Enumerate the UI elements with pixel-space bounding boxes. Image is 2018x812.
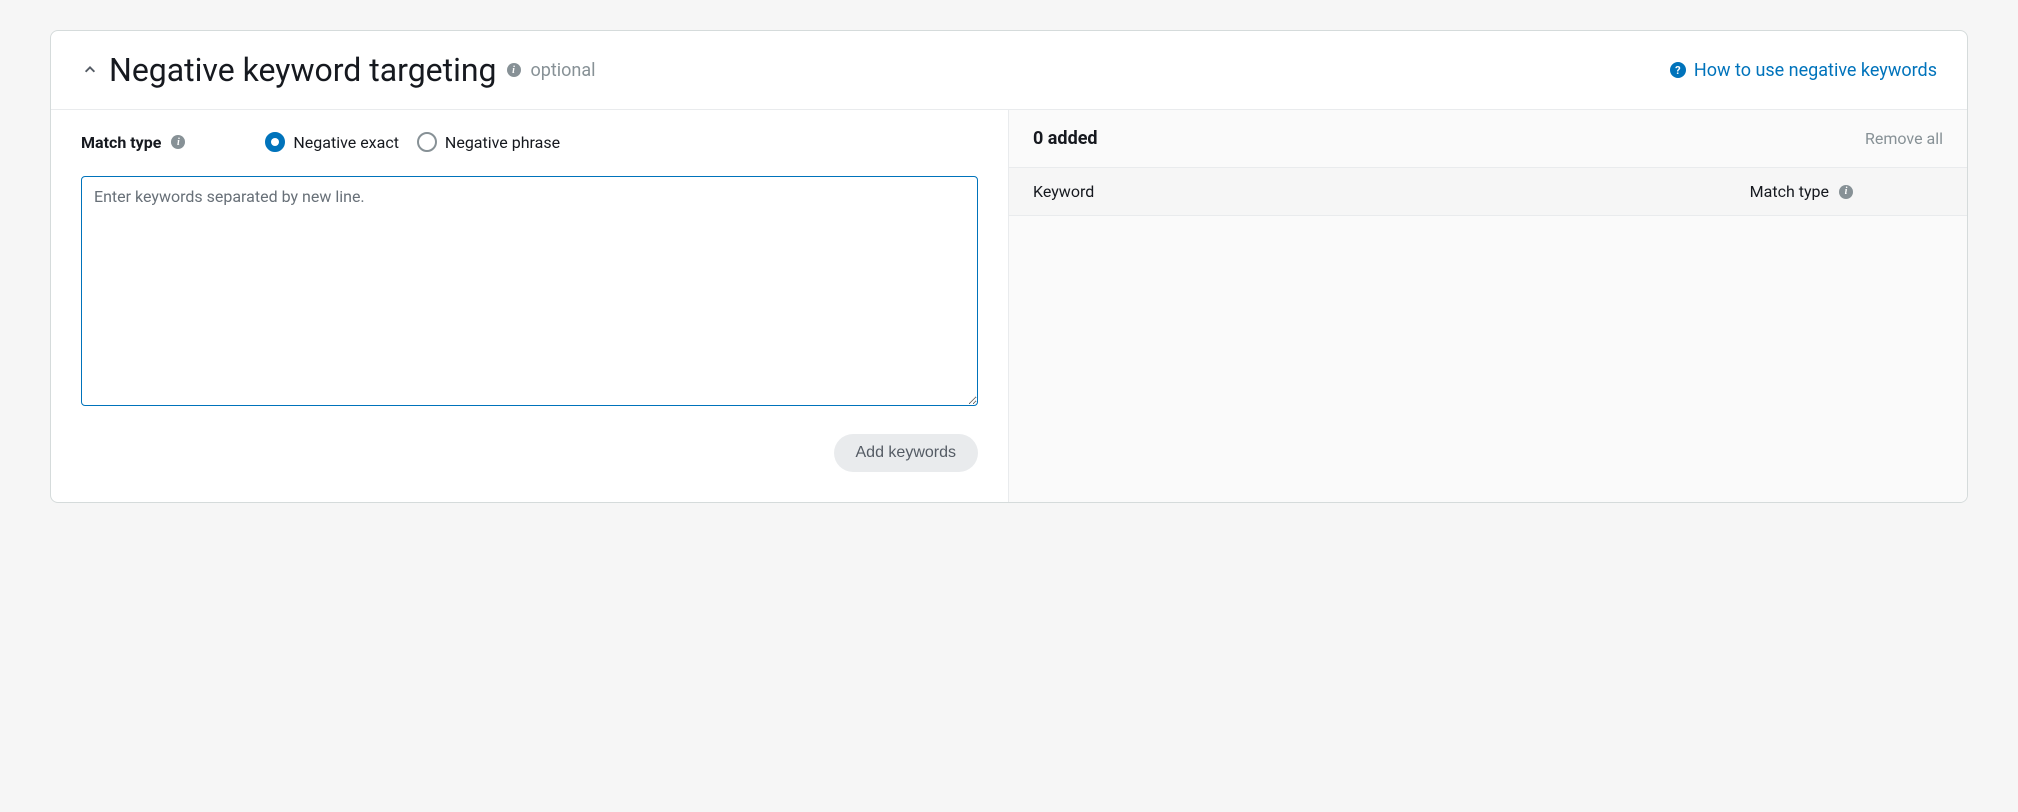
section-title: Negative keyword targeting	[109, 51, 497, 89]
info-icon[interactable]: i	[507, 63, 521, 77]
title-wrap: Negative keyword targeting i optional	[81, 51, 596, 89]
added-header: 0 added Remove all	[1009, 110, 1967, 168]
card-body: Match type i Negative exact Negative phr…	[51, 110, 1967, 502]
collapse-chevron-icon[interactable]	[81, 61, 99, 79]
keywords-textarea[interactable]	[81, 176, 978, 406]
help-link-text: How to use negative keywords	[1694, 60, 1937, 81]
card-header: Negative keyword targeting i optional ? …	[51, 31, 1967, 110]
match-type-radio-group: Negative exact Negative phrase	[265, 132, 560, 152]
info-icon[interactable]: i	[171, 135, 185, 149]
match-type-row: Match type i Negative exact Negative phr…	[81, 132, 978, 152]
radio-negative-exact[interactable]: Negative exact	[265, 132, 399, 152]
negative-keyword-card: Negative keyword targeting i optional ? …	[50, 30, 1968, 503]
radio-negative-phrase[interactable]: Negative phrase	[417, 132, 560, 152]
match-type-label: Match type i	[81, 133, 185, 152]
radio-label: Negative exact	[293, 133, 399, 152]
left-panel: Match type i Negative exact Negative phr…	[51, 110, 1009, 502]
help-link[interactable]: ? How to use negative keywords	[1670, 60, 1937, 81]
optional-label: optional	[531, 60, 596, 81]
added-count: 0 added	[1033, 128, 1098, 149]
right-panel: 0 added Remove all Keyword Match type i	[1009, 110, 1967, 502]
radio-icon	[417, 132, 437, 152]
help-question-icon: ?	[1670, 62, 1686, 78]
th-keyword: Keyword	[1033, 182, 1094, 201]
add-button-row: Add keywords	[81, 434, 978, 472]
th-match-type: Match type i	[1750, 182, 1853, 201]
keywords-table-header: Keyword Match type i	[1009, 168, 1967, 216]
add-keywords-button[interactable]: Add keywords	[834, 434, 979, 472]
info-icon[interactable]: i	[1839, 185, 1853, 199]
radio-icon	[265, 132, 285, 152]
radio-label: Negative phrase	[445, 133, 560, 152]
remove-all-button[interactable]: Remove all	[1865, 129, 1943, 148]
